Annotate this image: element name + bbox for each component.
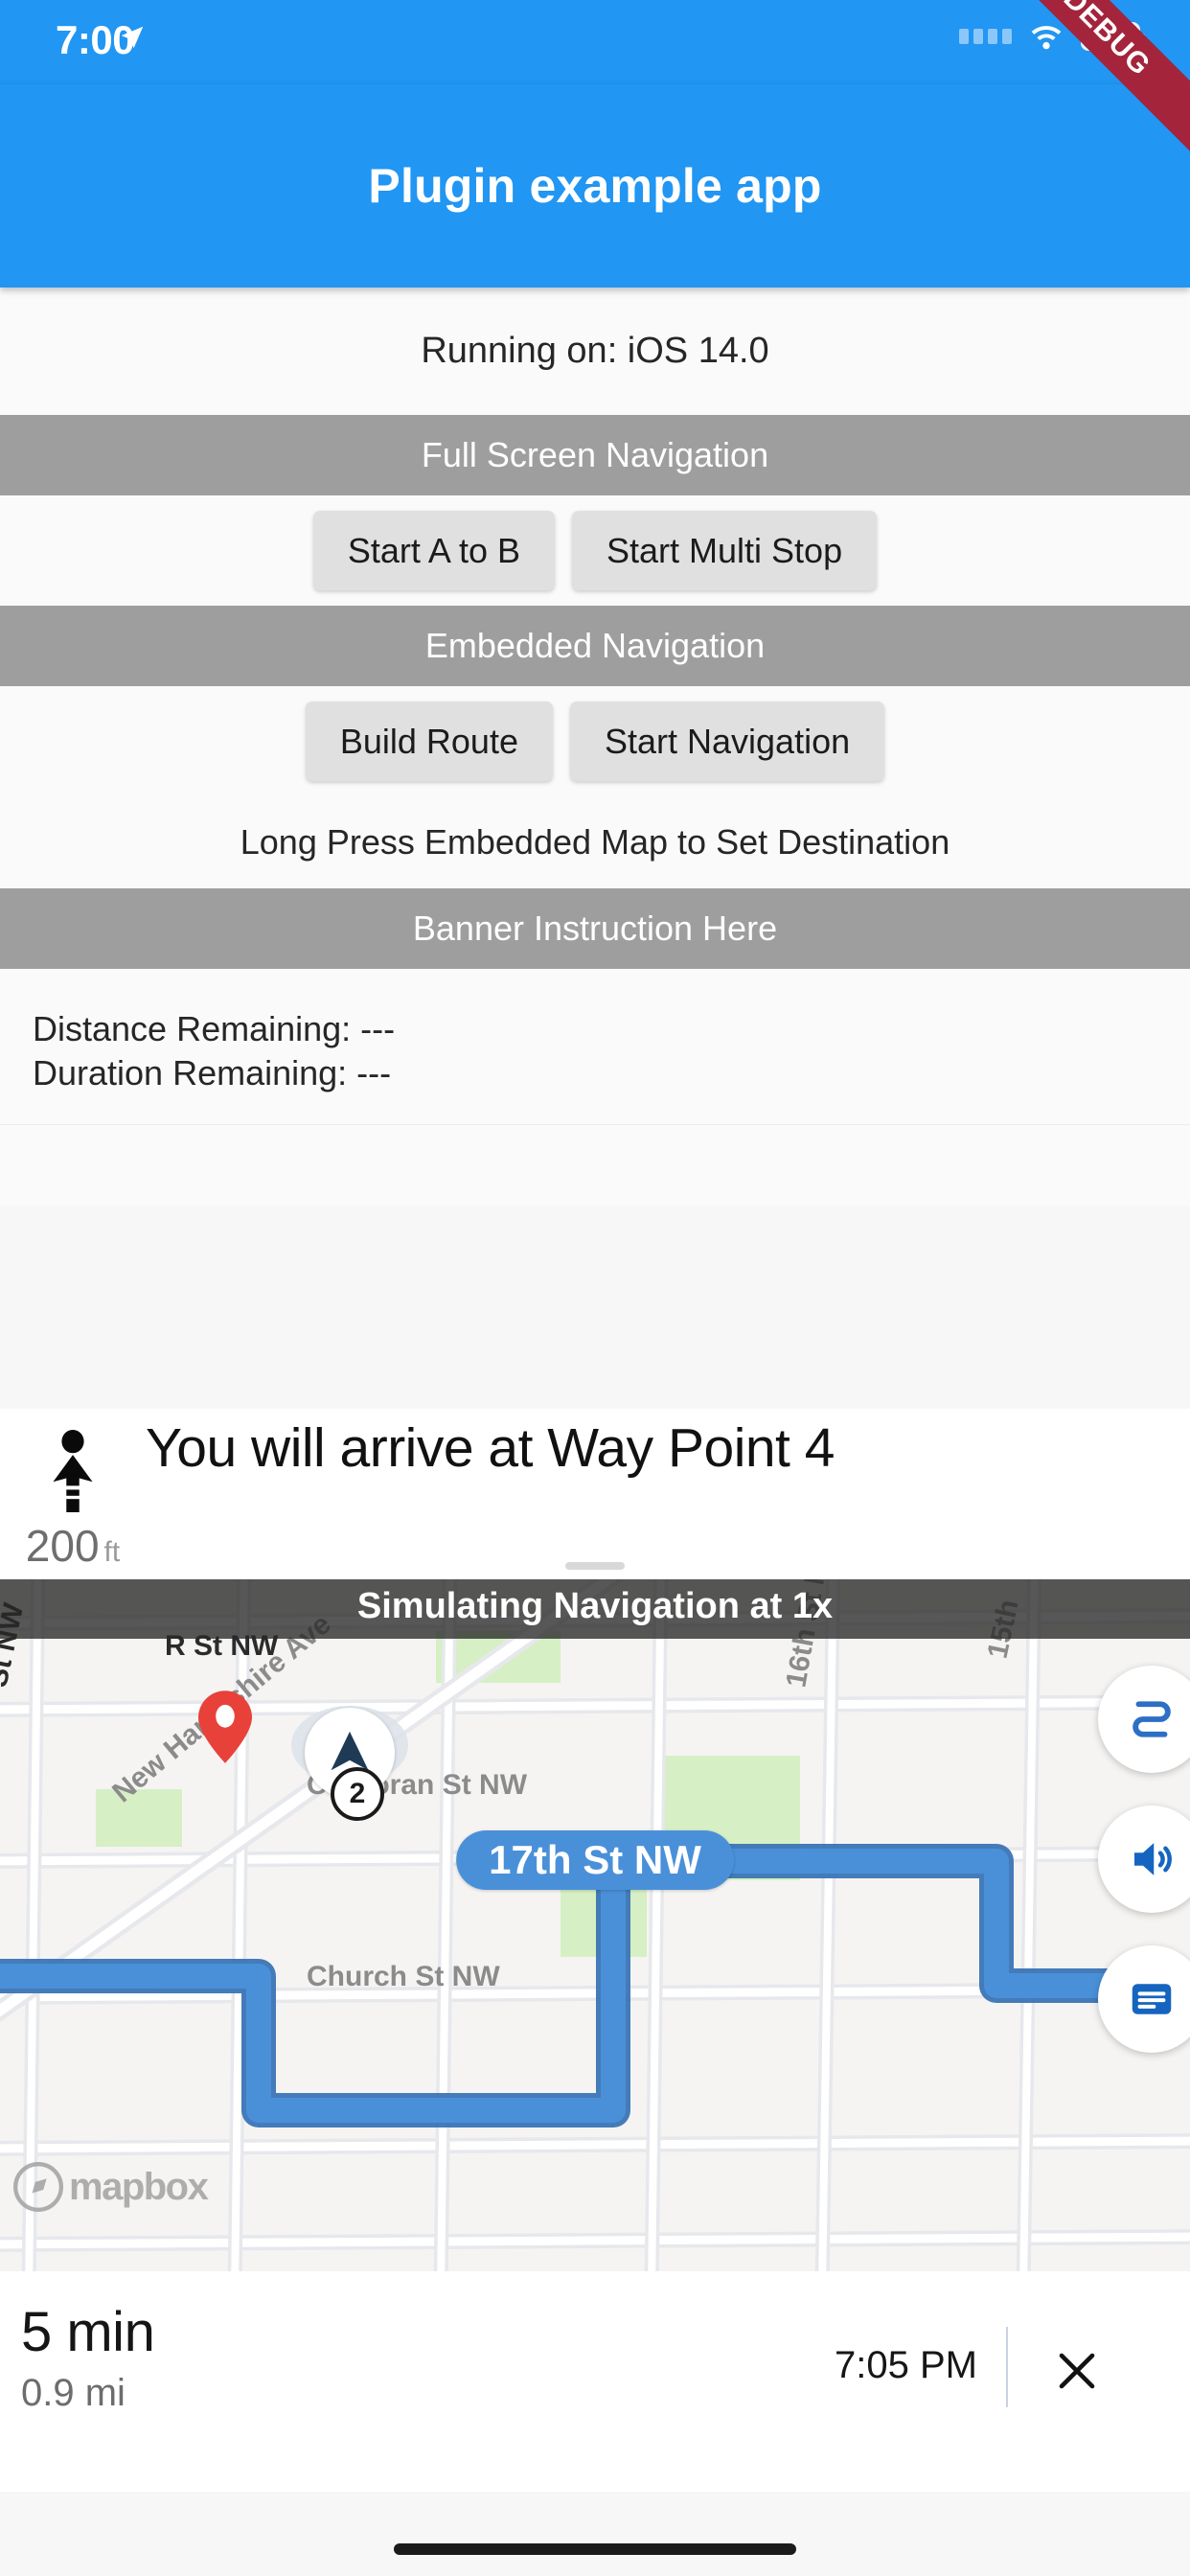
location-arrow-icon (121, 26, 144, 49)
maneuver-distance-unit: ft (103, 1536, 121, 1568)
embedded-navigation-buttons: Build Route Start Navigation (0, 686, 1190, 796)
app-screen: 7:00 DEBUG Plugin example app Running on… (0, 0, 1190, 2576)
section-header-label: Embedded Navigation (424, 626, 766, 665)
distance-remaining-row: Distance Remaining: --- (33, 1007, 1190, 1051)
mapbox-attribution[interactable]: mapbox (13, 2162, 209, 2212)
trip-summary: 5 min 0.9 mi (21, 2300, 155, 2415)
distance-remaining-label: Distance Remaining: (33, 1009, 361, 1048)
simulating-navigation-banner: Simulating Navigation at 1x (0, 1574, 1190, 1639)
running-on-label: Running on: iOS 14.0 (421, 331, 769, 371)
trip-divider (1006, 2327, 1008, 2407)
arrive-destination-icon (53, 1430, 93, 1512)
close-icon (1059, 2353, 1095, 2389)
maneuver-distance: 200 ft (26, 1520, 120, 1572)
build-route-button[interactable]: Build Route (305, 702, 553, 781)
section-header-label: Banner Instruction Here (412, 908, 778, 948)
mapbox-logo-icon (13, 2162, 63, 2212)
section-header-embedded-navigation: Embedded Navigation (0, 606, 1190, 686)
page-title: Plugin example app (368, 159, 822, 213)
duration-remaining-label: Duration Remaining: (33, 1053, 357, 1093)
mapbox-wordmark: mapbox (69, 2165, 209, 2208)
feedback-icon (1132, 1984, 1172, 2014)
section-header-banner-instruction: Banner Instruction Here (0, 888, 1190, 969)
wifi-icon (1031, 26, 1062, 50)
start-a-to-b-button[interactable]: Start A to B (312, 511, 555, 590)
cellular-dots-icon (959, 29, 1012, 44)
trip-distance: 0.9 mi (21, 2372, 126, 2414)
route-overview-icon (1133, 1701, 1171, 1737)
long-press-hint-label: Long Press Embedded Map to Set Destinati… (240, 822, 950, 862)
duration-remaining-value: --- (356, 1053, 392, 1093)
trip-eta: 5 min (21, 2301, 155, 2363)
start-multi-stop-button[interactable]: Start Multi Stop (572, 511, 878, 590)
distance-remaining-value: --- (360, 1009, 396, 1048)
running-on-row: Running on: iOS 14.0 (0, 288, 1190, 415)
content-spacer (0, 1124, 1190, 1207)
section-header-full-screen-navigation: Full Screen Navigation (0, 415, 1190, 495)
current-street-label: 17th St NW (456, 1830, 734, 1890)
app-bar: Plugin example app (0, 84, 1190, 288)
full-screen-navigation-buttons: Start A to B Start Multi Stop (0, 495, 1190, 606)
embedded-map[interactable]: R St NW Corcoran St NW Church St NW rc N… (0, 1574, 1190, 2271)
route-stats: Distance Remaining: --- Duration Remaini… (0, 969, 1190, 1125)
destination-marker-icon[interactable] (198, 1690, 252, 1763)
status-bar: 7:00 (0, 0, 1190, 84)
svg-text:Church St NW: Church St NW (307, 1961, 500, 1992)
home-indicator (394, 2543, 796, 2555)
simulating-navigation-label: Simulating Navigation at 1x (356, 1585, 834, 1626)
trip-arrival-time: 7:05 PM (835, 2344, 977, 2386)
start-navigation-button[interactable]: Start Navigation (569, 702, 885, 781)
main-content: Running on: iOS 14.0 Full Screen Navigat… (0, 288, 1190, 1207)
maneuver-instruction-text: You will arrive at Way Point 4 (146, 1417, 835, 1479)
section-header-label: Full Screen Navigation (421, 435, 769, 474)
speaker-icon (1134, 1843, 1172, 1875)
long-press-hint: Long Press Embedded Map to Set Destinati… (0, 796, 1190, 888)
banner-drag-handle[interactable] (565, 1562, 625, 1570)
duration-remaining-row: Duration Remaining: --- (33, 1051, 1190, 1095)
maneuver-distance-value: 200 (25, 1521, 100, 1571)
trip-progress-bar: 5 min 0.9 mi 7:05 PM (0, 2271, 1190, 2492)
waypoint-badge[interactable]: 2 (331, 1767, 384, 1821)
maneuver-block: 200 ft (0, 1409, 146, 1572)
navigation-instruction-banner[interactable]: 200 ft You will arrive at Way Point 4 (0, 1409, 1190, 1579)
end-navigation-button[interactable] (1048, 2342, 1106, 2400)
